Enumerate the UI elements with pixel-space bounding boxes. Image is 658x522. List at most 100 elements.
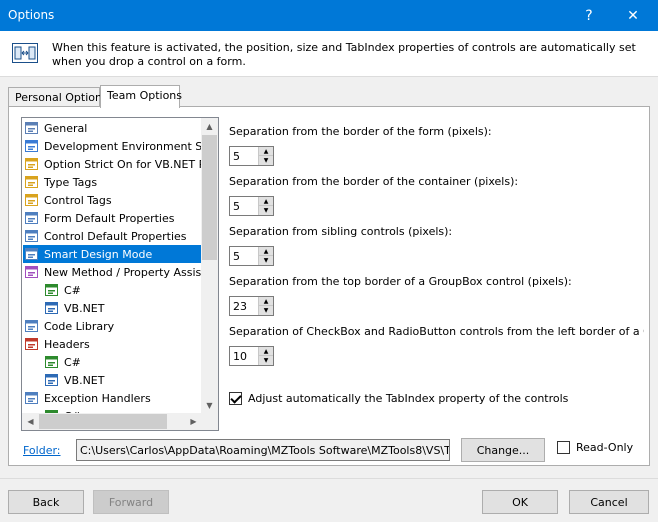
tab-personal-options[interactable]: Personal Options bbox=[8, 87, 108, 107]
spin-down-icon[interactable]: ▼ bbox=[259, 306, 273, 315]
spin-up-icon[interactable]: ▲ bbox=[259, 347, 273, 356]
tree-item-label: New Method / Property Assistant bbox=[44, 265, 202, 279]
smart-design-icon bbox=[24, 246, 40, 262]
adjust-tabindex-label: Adjust automatically the TabIndex proper… bbox=[248, 392, 569, 405]
control-tags-icon bbox=[24, 192, 40, 208]
change-folder-button[interactable]: Change... bbox=[461, 438, 545, 462]
tree-item[interactable]: Type Tags bbox=[24, 173, 97, 191]
tree-item[interactable]: New Method / Property Assistant bbox=[24, 263, 202, 281]
read-only-option[interactable]: Read-Only bbox=[557, 441, 633, 454]
back-label: Back bbox=[32, 495, 60, 509]
cancel-button[interactable]: Cancel bbox=[569, 490, 649, 514]
tree-item-label: Exception Handlers bbox=[44, 391, 151, 405]
form-default-icon bbox=[24, 210, 40, 226]
spin-up-icon[interactable]: ▲ bbox=[259, 247, 273, 256]
tree-item[interactable]: VB.NET bbox=[44, 299, 104, 317]
spin-down-icon[interactable]: ▼ bbox=[259, 356, 273, 365]
window-title: Options bbox=[8, 8, 55, 22]
tree-item[interactable]: VB.NET bbox=[44, 371, 104, 389]
close-button[interactable]: ✕ bbox=[610, 0, 656, 31]
tree-item-label: VB.NET bbox=[64, 301, 105, 315]
tree-item[interactable]: Code Library bbox=[24, 317, 114, 335]
options-tree[interactable]: General Development Environment Settings O… bbox=[21, 117, 219, 431]
tree-item[interactable]: Control Tags bbox=[24, 191, 112, 209]
change-folder-label: Change... bbox=[476, 443, 530, 457]
headers-icon bbox=[24, 336, 40, 352]
scroll-up-arrow-icon[interactable]: ▲ bbox=[201, 118, 218, 135]
control-default-icon bbox=[24, 228, 40, 244]
vbnet-icon bbox=[44, 300, 60, 316]
tree-item-label: C# bbox=[64, 283, 81, 297]
tree-item-label: Headers bbox=[44, 337, 90, 351]
spin-down-icon[interactable]: ▼ bbox=[259, 156, 273, 165]
team-options-panel: General Development Environment Settings O… bbox=[8, 106, 650, 466]
spinner-value[interactable]: 5 bbox=[233, 250, 240, 263]
ok-label: OK bbox=[512, 495, 528, 509]
scroll-left-arrow-icon[interactable]: ◀ bbox=[22, 413, 39, 430]
spinner-value[interactable]: 23 bbox=[233, 300, 247, 313]
tree-item-label: Option Strict On for VB.NET Projects bbox=[44, 157, 202, 171]
tree-item-label: Control Tags bbox=[44, 193, 112, 207]
horizontal-scroll-thumb[interactable] bbox=[39, 414, 167, 429]
tree-item[interactable]: Option Strict On for VB.NET Projects bbox=[24, 155, 202, 173]
border-form-label: Separation from the border of the form (… bbox=[229, 125, 492, 138]
vbnet-icon bbox=[44, 372, 60, 388]
tree-item-label: C# bbox=[64, 355, 81, 369]
tab-team-options[interactable]: Team Options bbox=[100, 85, 183, 108]
tree-horizontal-scrollbar[interactable]: ◀ ▶ bbox=[22, 413, 202, 430]
read-only-label: Read-Only bbox=[576, 441, 634, 454]
exception-handlers-icon bbox=[24, 390, 40, 406]
folder-path-field[interactable]: C:\Users\Carlos\AppData\Roaming\MZTools … bbox=[76, 439, 450, 461]
tree-items: General Development Environment Settings O… bbox=[22, 118, 202, 414]
border-form-spinner[interactable]: 5 ▲ ▼ bbox=[229, 146, 274, 166]
vertical-scroll-thumb[interactable] bbox=[202, 135, 217, 260]
help-button[interactable]: ? bbox=[566, 0, 612, 31]
tree-item[interactable]: Development Environment Settings bbox=[24, 137, 202, 155]
tree-item-label: Type Tags bbox=[44, 175, 98, 189]
scroll-corner bbox=[201, 413, 218, 430]
folder-link[interactable]: Folder: bbox=[23, 444, 61, 457]
tree-item[interactable]: Form Default Properties bbox=[24, 209, 175, 227]
groupbox-top-label: Separation from the top border of a Grou… bbox=[229, 275, 572, 288]
spin-up-icon[interactable]: ▲ bbox=[259, 197, 273, 206]
code-library-icon bbox=[24, 318, 40, 334]
tab-label: Team Options bbox=[107, 89, 183, 102]
ok-button[interactable]: OK bbox=[482, 490, 558, 514]
tree-item[interactable]: Exception Handlers bbox=[24, 389, 151, 407]
adjust-tabindex-checkbox[interactable] bbox=[229, 392, 242, 405]
scroll-right-arrow-icon[interactable]: ▶ bbox=[185, 413, 202, 430]
tree-item[interactable]: Smart Design Mode bbox=[23, 245, 202, 263]
spacing-icon bbox=[12, 43, 38, 66]
spinner-value[interactable]: 5 bbox=[233, 200, 240, 213]
groupbox-left-spinner[interactable]: 10 ▲ ▼ bbox=[229, 346, 274, 366]
read-only-checkbox[interactable] bbox=[557, 441, 570, 454]
tree-item-label: Code Library bbox=[44, 319, 115, 333]
adjust-tabindex-option[interactable]: Adjust automatically the TabIndex proper… bbox=[229, 392, 568, 405]
spin-up-icon[interactable]: ▲ bbox=[259, 147, 273, 156]
groupbox-left-label: Separation of CheckBox and RadioButton c… bbox=[229, 325, 644, 338]
sibling-controls-spinner[interactable]: 5 ▲ ▼ bbox=[229, 246, 274, 266]
groupbox-top-spinner[interactable]: 23 ▲ ▼ bbox=[229, 296, 274, 316]
tree-item[interactable]: Headers bbox=[24, 335, 90, 353]
csharp-icon bbox=[44, 354, 60, 370]
forward-button: Forward bbox=[93, 490, 169, 514]
tree-item[interactable]: C# bbox=[44, 353, 81, 371]
border-container-spinner[interactable]: 5 ▲ ▼ bbox=[229, 196, 274, 216]
spinner-value[interactable]: 5 bbox=[233, 150, 240, 163]
dev-env-icon bbox=[24, 138, 40, 154]
tab-label: Personal Options bbox=[15, 91, 108, 104]
scroll-down-arrow-icon[interactable]: ▼ bbox=[201, 397, 218, 414]
tree-item[interactable]: C# bbox=[44, 281, 81, 299]
border-container-label: Separation from the border of the contai… bbox=[229, 175, 519, 188]
smart-design-settings: Separation from the border of the form (… bbox=[229, 117, 644, 427]
tree-vertical-scrollbar[interactable]: ▲ ▼ bbox=[201, 118, 218, 414]
spin-down-icon[interactable]: ▼ bbox=[259, 206, 273, 215]
tree-item[interactable]: Control Default Properties bbox=[24, 227, 187, 245]
spinner-value[interactable]: 10 bbox=[233, 350, 247, 363]
spin-up-icon[interactable]: ▲ bbox=[259, 297, 273, 306]
tree-item[interactable]: General bbox=[24, 119, 87, 137]
option-strict-icon bbox=[24, 156, 40, 172]
spin-down-icon[interactable]: ▼ bbox=[259, 256, 273, 265]
general-icon bbox=[24, 120, 40, 136]
back-button[interactable]: Back bbox=[8, 490, 84, 514]
